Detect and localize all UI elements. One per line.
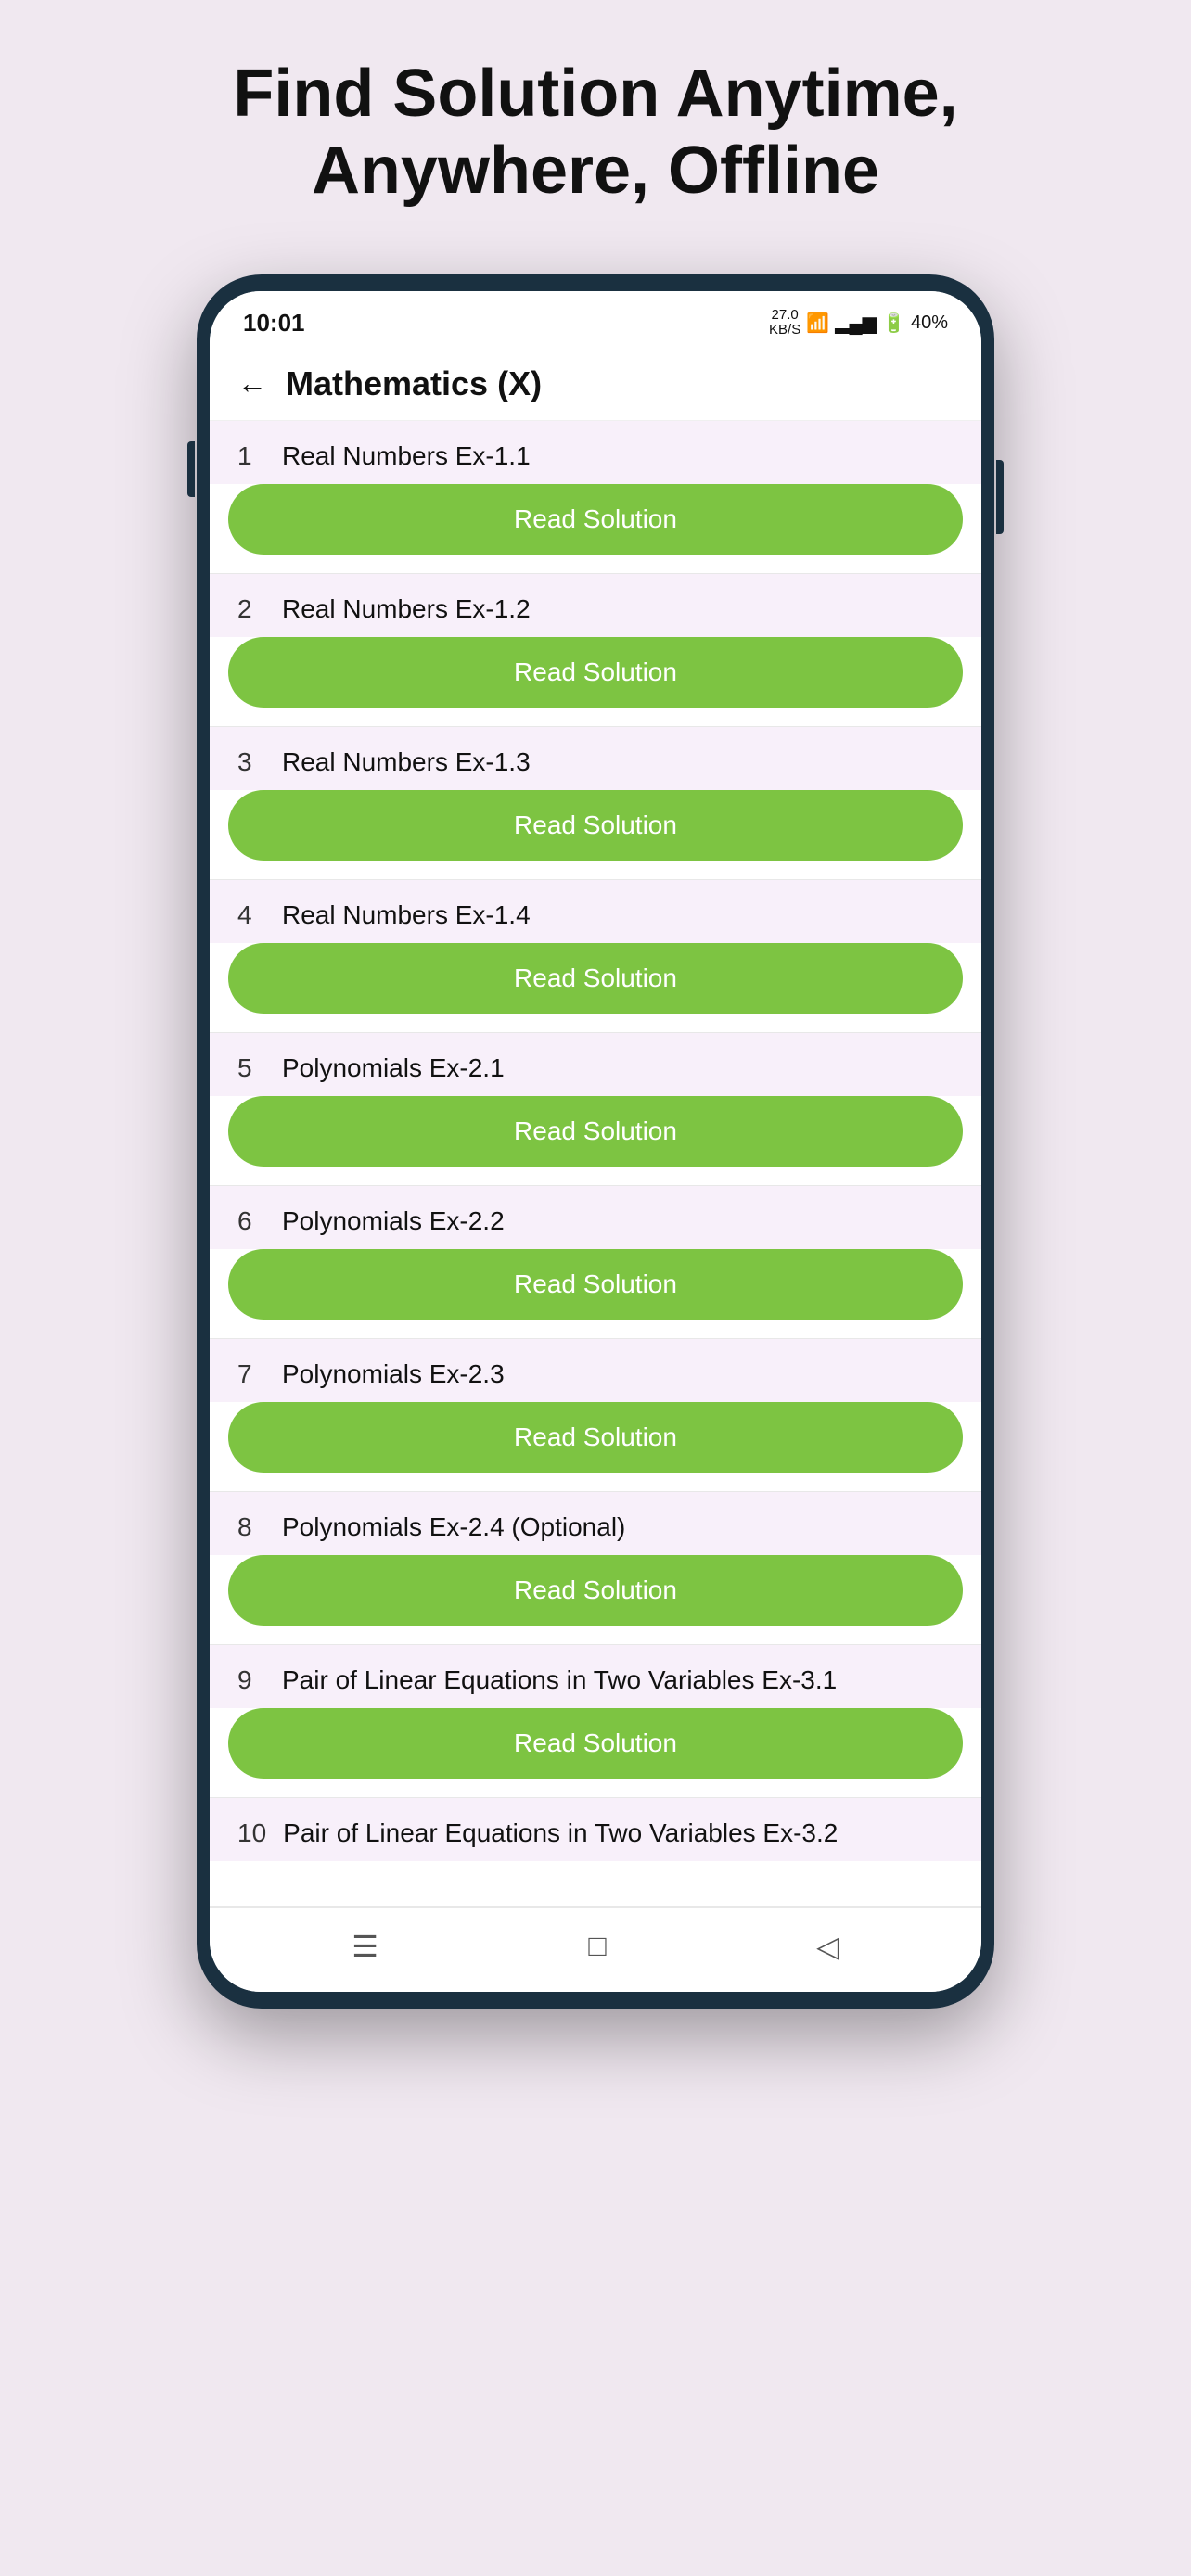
nav-header: ← Mathematics (X) [210,348,981,421]
bottom-nav-bar: ☰ □ ◁ [210,1907,981,1992]
item-number: 9 [237,1665,265,1695]
page-title: Find Solution Anytime, Anywhere, Offline [233,56,957,210]
item-title: Polynomials Ex-2.2 [282,1206,505,1236]
item-title: Real Numbers Ex-1.2 [282,594,531,624]
list-item: 6 Polynomials Ex-2.2 Read Solution [210,1186,981,1339]
list-item: 3 Real Numbers Ex-1.3 Read Solution [210,727,981,880]
wifi-icon: 📶 [806,312,829,335]
read-solution-button[interactable]: Read Solution [228,484,963,555]
item-number: 5 [237,1053,265,1083]
phone-screen: 10:01 27.0KB/S 📶 ▂▄▆ 🔋 40% ← Mathematics… [210,291,981,1992]
item-header: 5 Polynomials Ex-2.1 [210,1033,981,1096]
signal-icon: ▂▄▆ [835,312,877,335]
item-title: Polynomials Ex-2.4 (Optional) [282,1512,625,1542]
item-number: 1 [237,441,265,471]
list-item: 4 Real Numbers Ex-1.4 Read Solution [210,880,981,1033]
list-item: 10 Pair of Linear Equations in Two Variab… [210,1798,981,1907]
list-item: 5 Polynomials Ex-2.1 Read Solution [210,1033,981,1186]
home-square-icon[interactable]: □ [588,1929,606,1963]
list-item: 8 Polynomials Ex-2.4 (Optional) Read Solut… [210,1492,981,1645]
battery-icon: 🔋 [882,312,905,335]
item-title: Real Numbers Ex-1.4 [282,900,531,930]
item-header: 9 Pair of Linear Equations in Two Variabl… [210,1645,981,1708]
read-solution-button[interactable]: Read Solution [228,637,963,708]
back-nav-icon[interactable]: ◁ [816,1929,839,1964]
phone-frame: 10:01 27.0KB/S 📶 ▂▄▆ 🔋 40% ← Mathematics… [197,274,994,2009]
read-solution-button[interactable]: Read Solution [228,790,963,861]
item-number: 2 [237,594,265,624]
read-solution-button[interactable]: Read Solution [228,1555,963,1626]
item-header: 2 Real Numbers Ex-1.2 [210,574,981,637]
list-item: 2 Real Numbers Ex-1.2 Read Solution [210,574,981,727]
item-number: 7 [237,1359,265,1389]
item-header: 3 Real Numbers Ex-1.3 [210,727,981,790]
battery-percent: 40% [911,312,948,334]
item-header: 4 Real Numbers Ex-1.4 [210,880,981,943]
item-title: Polynomials Ex-2.1 [282,1053,505,1083]
read-solution-button[interactable]: Read Solution [228,943,963,1014]
subjects-list: 1 Real Numbers Ex-1.1 Read Solution 2 Real N… [210,421,981,1907]
back-button[interactable]: ← [237,366,267,401]
data-speed: 27.0KB/S [769,308,800,338]
read-solution-button[interactable]: Read Solution [228,1249,963,1320]
list-item: 1 Real Numbers Ex-1.1 Read Solution [210,421,981,574]
item-title: Real Numbers Ex-1.1 [282,441,531,471]
item-title: Pair of Linear Equations in Two Variable… [282,1665,837,1695]
hamburger-menu-icon[interactable]: ☰ [352,1929,378,1964]
status-time: 10:01 [243,309,305,338]
item-title: Pair of Linear Equations in Two Variable… [283,1818,838,1848]
item-header: 1 Real Numbers Ex-1.1 [210,421,981,484]
list-item: 7 Polynomials Ex-2.3 Read Solution [210,1339,981,1492]
item-header: 6 Polynomials Ex-2.2 [210,1186,981,1249]
item-title: Polynomials Ex-2.3 [282,1359,505,1389]
item-title: Real Numbers Ex-1.3 [282,747,531,777]
item-number: 8 [237,1512,265,1542]
read-solution-button[interactable]: Read Solution [228,1096,963,1167]
list-item: 9 Pair of Linear Equations in Two Variabl… [210,1645,981,1798]
item-number: 6 [237,1206,265,1236]
status-bar: 10:01 27.0KB/S 📶 ▂▄▆ 🔋 40% [210,291,981,348]
item-number: 4 [237,900,265,930]
item-number: 3 [237,747,265,777]
status-icons: 27.0KB/S 📶 ▂▄▆ 🔋 40% [769,308,948,338]
item-header: 7 Polynomials Ex-2.3 [210,1339,981,1402]
read-solution-button[interactable]: Read Solution [228,1708,963,1779]
item-number: 10 [237,1818,266,1848]
read-solution-button[interactable]: Read Solution [228,1402,963,1473]
item-header: 10 Pair of Linear Equations in Two Variab… [210,1798,981,1861]
item-header: 8 Polynomials Ex-2.4 (Optional) [210,1492,981,1555]
screen-title: Mathematics (X) [286,364,542,403]
